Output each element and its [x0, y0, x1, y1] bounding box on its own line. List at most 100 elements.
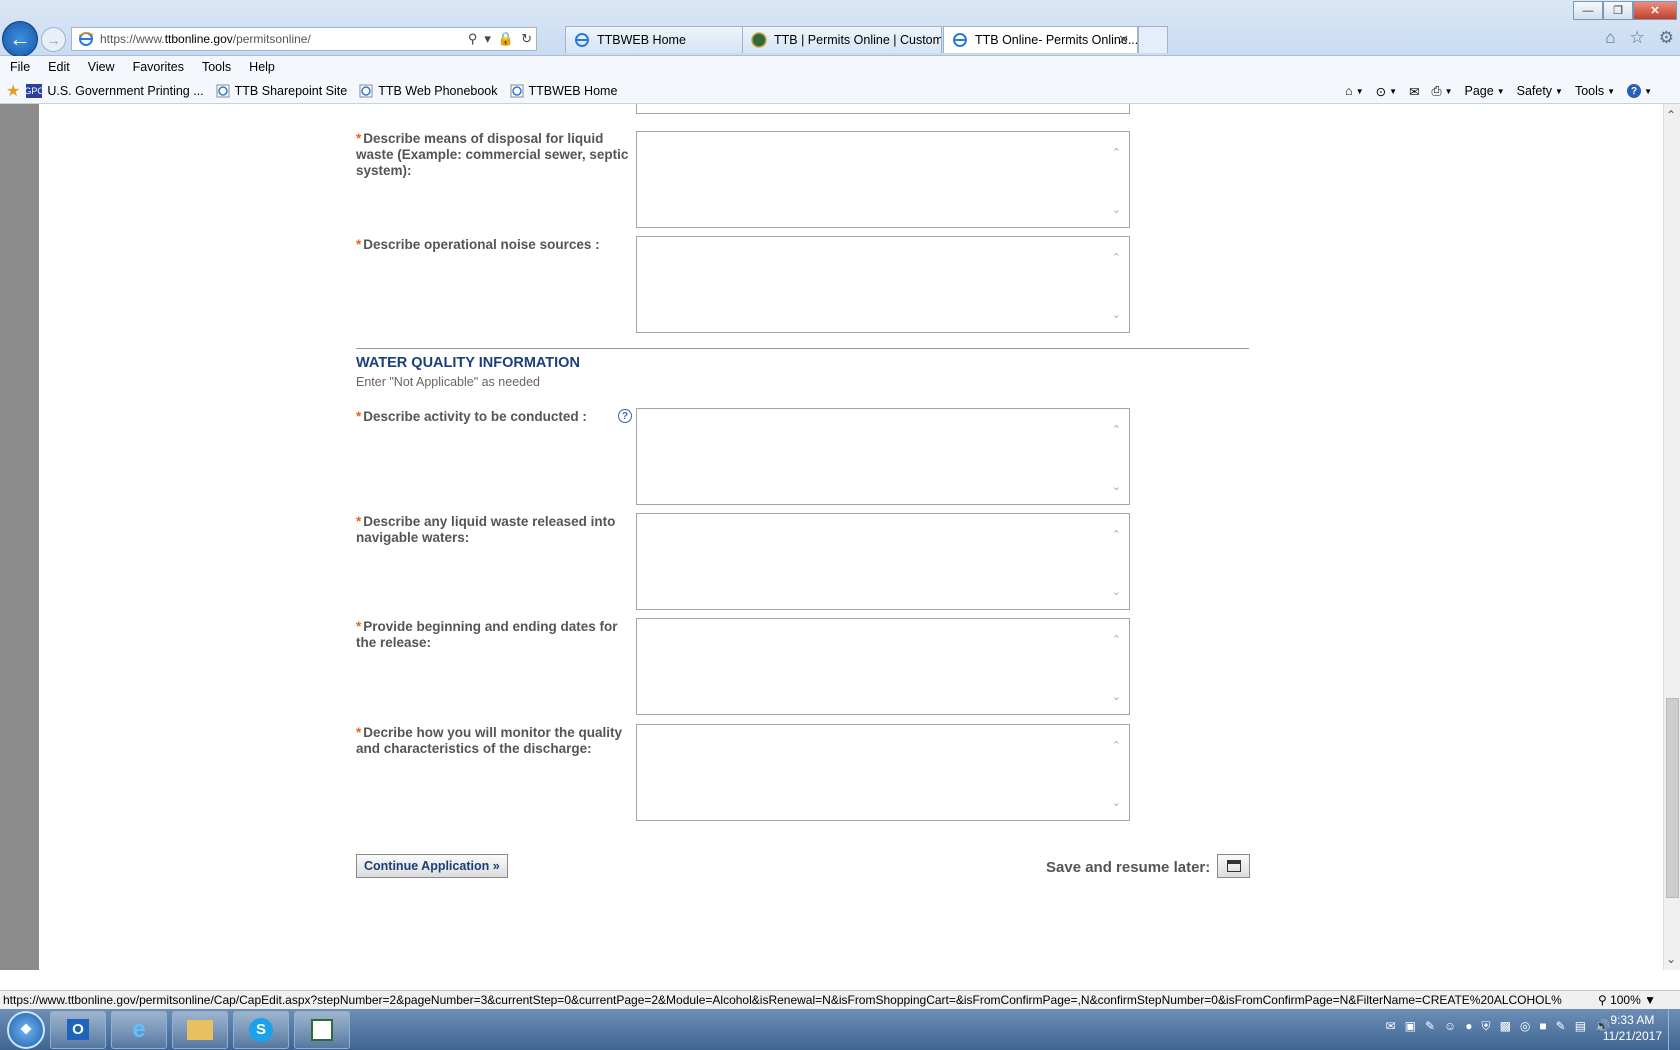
scroll-thumb[interactable]	[1666, 698, 1679, 898]
pen-tray-icon[interactable]: ✎	[1425, 1019, 1435, 1034]
outlook-tray-icon[interactable]: ▣	[1405, 1019, 1416, 1034]
notes-icon	[311, 1018, 333, 1041]
address-bar[interactable]: https://www.ttbonline.gov/permitsonline/…	[71, 27, 537, 51]
scroll-up-icon[interactable]: ⌃	[1112, 633, 1121, 646]
status-bar: https://www.ttbonline.gov/permitsonline/…	[0, 990, 1680, 1009]
textarea-monitor-discharge[interactable]: ⌃ ⌄	[636, 724, 1130, 821]
scroll-up-icon[interactable]: ⌃	[1112, 251, 1121, 264]
tab-label: TTB Online- Permits Online...	[975, 33, 1138, 47]
skype-icon: S	[249, 1017, 273, 1042]
dropdown-icon[interactable]: ▾	[484, 31, 491, 47]
menu-view[interactable]: View	[88, 60, 115, 74]
continue-application-button[interactable]: Continue Application »	[356, 854, 508, 878]
search-icon[interactable]: ⚲	[468, 31, 478, 47]
new-tab-button[interactable]	[1138, 26, 1168, 53]
textarea-release-dates[interactable]: ⌃ ⌄	[636, 618, 1130, 715]
taskbar-internet-explorer[interactable]: e	[111, 1010, 167, 1049]
internet-explorer-icon: e	[132, 1015, 146, 1043]
textarea-liquid-waste-navigable[interactable]: ⌃ ⌄	[636, 513, 1130, 610]
menu-tools[interactable]: Tools	[202, 60, 231, 74]
safety-menu-label: Safety	[1516, 84, 1553, 98]
start-button[interactable]: ❖	[7, 1010, 45, 1049]
sync-tray-icon[interactable]: ◎	[1520, 1019, 1530, 1034]
taskbar-outlook[interactable]: O	[50, 1010, 106, 1049]
menu-help[interactable]: Help	[249, 60, 275, 74]
scroll-down-icon[interactable]: ⌄	[1112, 690, 1121, 703]
menu-edit[interactable]: Edit	[48, 60, 70, 74]
favorite-sharepoint[interactable]: TTB Sharepoint Site	[216, 84, 347, 98]
favorite-gpo[interactable]: GPO U.S. Government Printing ...	[24, 83, 204, 98]
star-icon[interactable]: ☆	[1630, 28, 1645, 48]
print-command[interactable]: ⎙ ▼	[1432, 84, 1453, 99]
address-scheme: https://www.	[100, 32, 165, 46]
taskbar-skype[interactable]: S	[233, 1010, 289, 1049]
system-clock[interactable]: 9:33 AM 11/21/2017	[1603, 1012, 1662, 1044]
page-scrollbar[interactable]: ⌃ ⌄	[1663, 104, 1680, 970]
scroll-down-icon[interactable]: ⌄	[1666, 952, 1676, 966]
scroll-down-icon[interactable]: ⌄	[1112, 308, 1121, 321]
scroll-down-icon[interactable]: ⌄	[1112, 203, 1121, 216]
forward-button[interactable]: →	[41, 27, 66, 52]
scroll-down-icon[interactable]: ⌄	[1112, 796, 1121, 809]
tab-label: TTB | Permits Online | Custom...	[774, 33, 942, 47]
home-icon[interactable]: ⌂	[1605, 28, 1615, 48]
label-text: Describe activity to be conducted :	[363, 409, 587, 424]
taskbar-file-explorer[interactable]	[172, 1010, 228, 1049]
home-command[interactable]: ⌂ ▼	[1345, 84, 1363, 98]
help-menu[interactable]: ? ▼	[1627, 84, 1652, 98]
menu-file[interactable]: File	[10, 60, 30, 74]
device-tray-icon[interactable]: ▩	[1500, 1019, 1511, 1034]
scroll-up-icon[interactable]: ⌃	[1112, 146, 1121, 159]
scroll-up-icon[interactable]: ⌃	[1666, 108, 1676, 122]
textarea-noise-sources[interactable]: ⌃ ⌄	[636, 236, 1130, 333]
label-text: Provide beginning and ending dates for t…	[356, 619, 618, 650]
taskbar-notes[interactable]	[294, 1010, 350, 1049]
tab-ttbweb-home[interactable]: TTBWEB Home	[565, 26, 769, 53]
scroll-up-icon[interactable]: ⌃	[1112, 423, 1121, 436]
textarea-previous[interactable]	[636, 104, 1130, 114]
close-window-button[interactable]: ✕	[1633, 1, 1677, 20]
ttb-seal-icon	[751, 32, 767, 48]
minimize-button[interactable]: —	[1573, 1, 1603, 20]
network-tray-icon[interactable]: ▤	[1575, 1019, 1586, 1034]
close-tab-icon[interactable]: ✕	[1118, 32, 1129, 48]
help-icon[interactable]: ?	[618, 409, 632, 423]
scroll-up-icon[interactable]: ⌃	[1112, 739, 1121, 752]
scroll-down-icon[interactable]: ⌄	[1112, 480, 1121, 493]
skype-tray-icon[interactable]: ●	[1465, 1019, 1472, 1034]
textarea-activity-conducted[interactable]: ⌃ ⌄	[636, 408, 1130, 505]
safety-menu[interactable]: Safety ▼	[1517, 84, 1563, 98]
tools-menu[interactable]: Tools ▼	[1575, 84, 1615, 98]
scroll-down-icon[interactable]: ⌄	[1112, 585, 1121, 598]
required-marker: *	[356, 514, 362, 529]
favorite-label: TTB Web Phonebook	[378, 83, 498, 98]
mail-tray-icon[interactable]: ✉	[1386, 1019, 1396, 1034]
tab-permits-online-custom[interactable]: TTB | Permits Online | Custom...	[742, 26, 942, 53]
textarea-liquid-waste-disposal[interactable]: ⌃ ⌄	[636, 131, 1130, 228]
outlook-icon: O	[67, 1019, 89, 1040]
back-button[interactable]: ←	[2, 21, 38, 57]
page-menu[interactable]: Page ▼	[1464, 84, 1504, 98]
refresh-icon[interactable]: ↻	[521, 31, 532, 47]
scroll-up-icon[interactable]: ⌃	[1112, 528, 1121, 541]
shield-tray-icon[interactable]: ⛨	[1482, 1019, 1491, 1034]
label-release-dates: * Provide beginning and ending dates for …	[356, 619, 631, 651]
save-resume-button[interactable]	[1217, 854, 1250, 878]
menu-favorites[interactable]: Favorites	[133, 60, 184, 74]
people-tray-icon[interactable]: ☺	[1444, 1019, 1456, 1034]
gear-icon[interactable]: ⚙	[1659, 28, 1674, 48]
pen-tray-icon[interactable]: ✎	[1556, 1019, 1566, 1034]
tab-permits-online-active[interactable]: TTB Online- Permits Online... ✕	[943, 26, 1138, 53]
lock-icon[interactable]: 🔒	[498, 31, 514, 47]
zoom-control[interactable]: ⚲ 100% ▼	[1598, 993, 1656, 1007]
address-url[interactable]: https://www.ttbonline.gov/permitsonline/	[100, 32, 311, 46]
favorites-star-icon[interactable]: ★	[6, 81, 20, 101]
restore-button[interactable]: ❐	[1603, 1, 1633, 20]
onenote-tray-icon[interactable]: ■	[1539, 1019, 1546, 1034]
feeds-command[interactable]: ⊙ ▼	[1376, 84, 1397, 99]
mail-command[interactable]: ✉	[1409, 84, 1419, 99]
arrow-left-icon: ←	[9, 26, 31, 51]
favorite-ttbweb-home[interactable]: TTBWEB Home	[510, 84, 617, 98]
favorite-phonebook[interactable]: TTB Web Phonebook	[359, 83, 498, 98]
show-desktop-button[interactable]	[1668, 1009, 1680, 1050]
